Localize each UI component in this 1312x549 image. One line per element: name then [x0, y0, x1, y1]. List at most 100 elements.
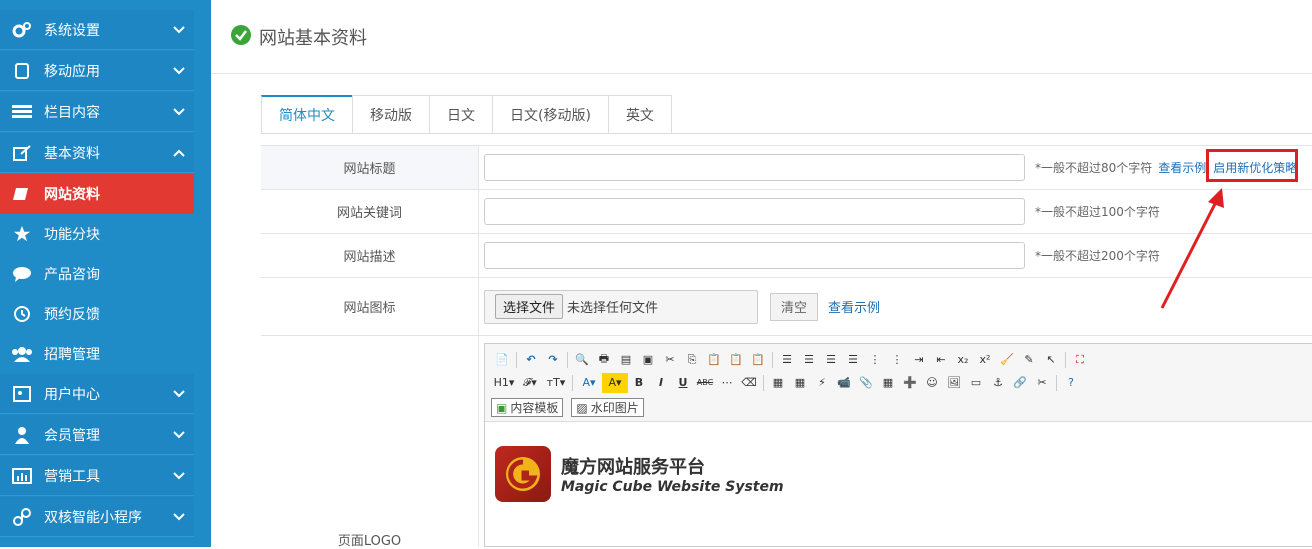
highlight-color-icon[interactable]: A▾: [602, 372, 628, 393]
site-title-input[interactable]: [484, 154, 1025, 181]
sidebar-item-recruitment[interactable]: 招聘管理: [0, 334, 194, 374]
font-color-icon[interactable]: A▾: [576, 373, 602, 393]
sidebar-item-member-management[interactable]: 会员管理: [0, 415, 194, 455]
select-all-icon[interactable]: ✎: [1018, 350, 1040, 370]
sidebar-item-user-center[interactable]: 用户中心: [0, 374, 194, 414]
paste-word-icon[interactable]: 📋: [747, 350, 769, 370]
horizontal-rule-icon[interactable]: ⋯: [716, 373, 738, 393]
paste-text-icon[interactable]: 📋: [725, 350, 747, 370]
sidebar-item-system-settings[interactable]: 系统设置: [0, 10, 194, 50]
align-center-icon[interactable]: ☰: [798, 350, 820, 370]
help-icon[interactable]: ?: [1060, 373, 1082, 393]
file-status: 未选择任何文件: [567, 301, 659, 316]
insert-link-icon[interactable]: 🔗: [1009, 373, 1031, 393]
tab-japanese[interactable]: 日文: [429, 95, 492, 134]
site-description-input[interactable]: [484, 242, 1025, 269]
print-icon[interactable]: 🖶: [593, 350, 615, 370]
tab-english[interactable]: 英文: [607, 95, 672, 134]
clear-button[interactable]: 清空: [770, 292, 818, 321]
sidebar-item-website-info[interactable]: 网站资料: [0, 174, 194, 214]
image-icon[interactable]: ▦: [767, 373, 789, 393]
sidebar-item-label: 基本资料: [44, 145, 100, 162]
fullscreen-icon[interactable]: ⛶: [1069, 350, 1091, 370]
chevron-down-icon: [164, 471, 194, 480]
sidebar-item-label: 系统设置: [44, 22, 100, 39]
italic-icon[interactable]: I: [650, 373, 672, 393]
flash-icon[interactable]: ⚡: [811, 373, 833, 393]
emoticon-icon[interactable]: ☺: [921, 373, 943, 393]
gears-icon: [0, 21, 44, 39]
redo-icon[interactable]: ↷: [542, 350, 564, 370]
media-icon[interactable]: 📹: [833, 373, 855, 393]
table-icon[interactable]: ▦: [877, 373, 899, 393]
page-break-icon[interactable]: ▭: [965, 373, 987, 393]
sidebar-item-booking-feedback[interactable]: 预约反馈: [0, 294, 194, 334]
indent-icon[interactable]: ⇥: [908, 350, 930, 370]
site-keywords-input[interactable]: [484, 198, 1025, 225]
sidebar-item-basic-info[interactable]: 基本资料: [0, 133, 194, 173]
chevron-down-icon: [164, 430, 194, 439]
chevron-down-icon: [164, 389, 194, 398]
strikethrough-icon[interactable]: ABC: [694, 373, 716, 393]
clear-format-icon[interactable]: 🧹: [996, 350, 1018, 370]
favicon-file-picker: 选择文件 未选择任何文件: [484, 289, 758, 324]
paste-icon[interactable]: 📋: [703, 350, 725, 370]
watermark-image-button[interactable]: ▨ 水印图片: [571, 398, 644, 417]
anchor-icon[interactable]: ⚓: [987, 373, 1009, 393]
align-justify-icon[interactable]: ☰: [842, 350, 864, 370]
attachment-icon[interactable]: 📎: [855, 373, 877, 393]
magic-cube-logo-icon: [495, 446, 551, 502]
tab-mobile[interactable]: 移动版: [352, 95, 429, 134]
code-icon[interactable]: ▣: [637, 350, 659, 370]
favicon-example-link[interactable]: 查看示例: [828, 297, 880, 316]
outdent-icon[interactable]: ⇤: [930, 350, 952, 370]
template-icon[interactable]: ▤: [615, 350, 637, 370]
sidebar-item-mobile-apps[interactable]: 移动应用: [0, 51, 194, 91]
site-favicon-label: 网站图标: [261, 278, 479, 335]
cut-icon[interactable]: ✂: [659, 350, 681, 370]
unlink-icon[interactable]: ✂: [1031, 373, 1053, 393]
page-logo-label: 页面LOGO: [337, 534, 402, 549]
bold-icon[interactable]: B: [628, 373, 650, 393]
tab-simplified-chinese[interactable]: 简体中文: [261, 95, 352, 134]
copy-icon[interactable]: ⎘: [681, 350, 703, 370]
insert-row-icon[interactable]: ➕: [899, 373, 921, 393]
ordered-list-icon[interactable]: ⋮: [864, 350, 886, 370]
align-left-icon[interactable]: ☰: [776, 350, 798, 370]
undo-icon[interactable]: ↶: [520, 350, 542, 370]
align-right-icon[interactable]: ☰: [820, 350, 842, 370]
site-description-hint: *一般不超过200个字符: [1035, 249, 1160, 263]
chat-icon: [0, 266, 44, 282]
underline-icon[interactable]: U: [672, 373, 694, 393]
rich-text-editor[interactable]: 📄 ↶ ↷ 🔍 🖶 ▤ ▣ ✂ ⎘ 📋 📋 📋 ☰ ☰ ☰ ☰ ⋮ ⋮ ⇥ ⇤ …: [484, 343, 1312, 547]
content-template-button[interactable]: ▣ 内容模板: [491, 398, 564, 417]
id-card-icon: [0, 385, 44, 402]
font-size-icon[interactable]: тT▾: [543, 373, 569, 393]
preview-icon[interactable]: 🔍: [571, 350, 593, 370]
heading-icon[interactable]: H1▾: [491, 373, 517, 393]
eraser-icon[interactable]: ⌫: [738, 373, 760, 393]
unordered-list-icon[interactable]: ⋮: [886, 350, 908, 370]
sidebar-item-label: 功能分块: [44, 227, 100, 243]
sidebar-item-column-content[interactable]: 栏目内容: [0, 92, 194, 132]
cursor-icon[interactable]: ↖: [1040, 350, 1062, 370]
superscript-icon[interactable]: x²: [974, 350, 996, 370]
subscript-icon[interactable]: x₂: [952, 350, 974, 370]
sidebar-item-product-inquiry[interactable]: 产品咨询: [0, 254, 194, 294]
history-icon: [0, 305, 44, 323]
book-icon: [0, 186, 44, 202]
choose-file-button[interactable]: 选择文件: [495, 294, 564, 319]
source-icon[interactable]: 📄: [491, 350, 513, 370]
sidebar-item-label: 招聘管理: [44, 347, 100, 363]
picture-icon[interactable]: 🖼: [943, 373, 965, 393]
title-example-link[interactable]: 查看示例: [1158, 159, 1206, 176]
sidebar-item-label: 产品咨询: [44, 267, 100, 283]
font-family-icon[interactable]: 𝓕▾: [517, 373, 543, 393]
sidebar-item-marketing-tools[interactable]: 营销工具: [0, 456, 194, 496]
tab-japanese-mobile[interactable]: 日文(移动版): [492, 95, 608, 134]
site-keywords-label: 网站关键词: [261, 190, 479, 233]
chevron-down-icon: [164, 25, 194, 34]
sidebar-item-function-blocks[interactable]: 功能分块: [0, 214, 194, 254]
multi-image-icon[interactable]: ▦: [789, 373, 811, 393]
sidebar-item-mini-program[interactable]: 双核智能小程序: [0, 497, 194, 537]
